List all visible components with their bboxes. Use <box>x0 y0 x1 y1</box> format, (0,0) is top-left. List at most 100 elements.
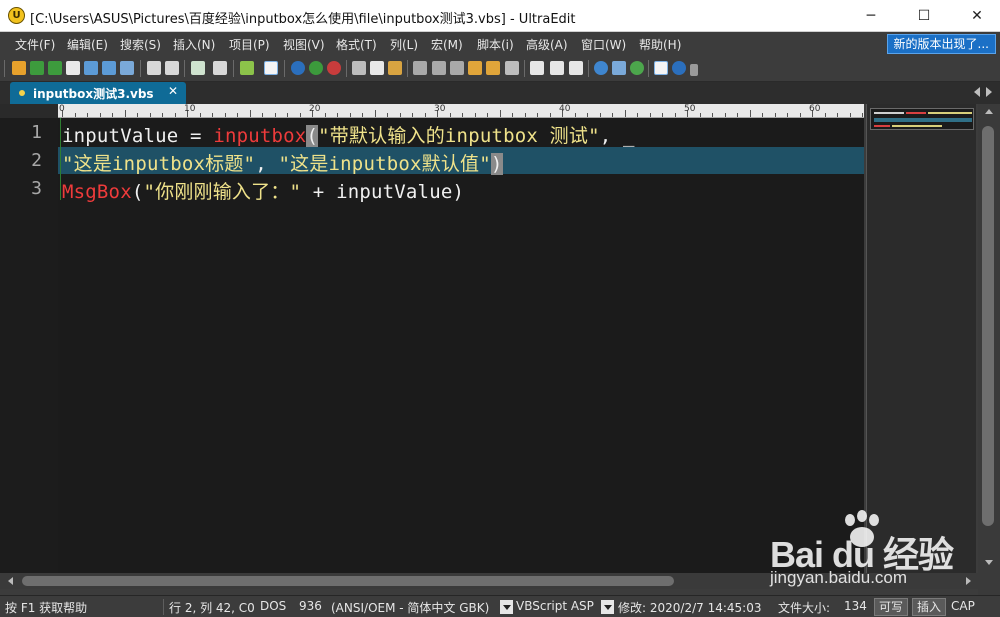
minimap-line <box>892 125 942 127</box>
ruler-tick <box>237 113 238 117</box>
open-folder-icon[interactable] <box>102 61 116 75</box>
baidu-jingyan-watermark: Bai du 经验 jingyan.baidu.com <box>770 510 970 592</box>
settings-icon[interactable] <box>654 61 668 75</box>
window-cascade-icon[interactable] <box>550 61 564 75</box>
new-project-icon[interactable] <box>12 61 26 75</box>
ultraedit-app-icon[interactable]: U <box>8 7 25 24</box>
menu-edit[interactable]: 编辑(E) <box>67 36 108 53</box>
ruler-tick <box>337 113 338 117</box>
status-cursor-position[interactable]: 行 2, 列 42, C0 <box>169 599 255 616</box>
status-insert-mode[interactable]: 插入 <box>912 598 947 616</box>
code-line[interactable]: MsgBox("你刚刚输入了：" + inputValue) <box>62 177 464 204</box>
print-icon[interactable] <box>147 61 161 75</box>
menu-macro[interactable]: 宏(M) <box>431 36 463 53</box>
bookmark-icon[interactable] <box>486 61 500 75</box>
scroll-up-icon[interactable] <box>985 109 993 114</box>
watermark-url: jingyan.baidu.com <box>770 568 908 587</box>
close-tab-icon[interactable]: ✕ <box>168 84 178 98</box>
status-writable[interactable]: 可写 <box>874 598 909 616</box>
code-token: + inputValue) <box>301 181 465 203</box>
ftp-close-icon[interactable] <box>327 61 341 75</box>
code-line[interactable]: inputValue = inputbox("带默认输入的inputbox 测试… <box>62 121 635 148</box>
cut-icon[interactable] <box>352 61 366 75</box>
update-notice-button[interactable]: 新的版本出现了... <box>886 34 996 54</box>
window-tile-icon[interactable] <box>530 61 544 75</box>
ruler-tick <box>662 113 663 117</box>
tab-inputbox-test3[interactable]: inputbox测试3.vbs ✕ <box>10 82 186 104</box>
scrollbar-corner <box>978 573 1000 595</box>
back-arrow-icon[interactable] <box>30 61 44 75</box>
new-file-icon[interactable] <box>66 61 80 75</box>
code-editor[interactable]: inputValue = inputbox("带默认输入的inputbox 测试… <box>58 118 864 573</box>
status-codepage[interactable]: 936 <box>299 599 322 613</box>
minimap-viewport[interactable] <box>870 108 974 130</box>
modified-dot-icon <box>19 90 25 96</box>
ruler-tick <box>537 113 538 117</box>
tab-scroll-right-icon[interactable] <box>986 87 992 97</box>
help-icon[interactable] <box>672 61 686 75</box>
vertical-scroll-thumb[interactable] <box>982 126 994 526</box>
menu-help[interactable]: 帮助(H) <box>639 36 681 53</box>
word-wrap-icon[interactable] <box>213 61 227 75</box>
web-browser-icon[interactable] <box>594 61 608 75</box>
close-window-button[interactable]: ✕ <box>954 0 1000 32</box>
status-encoding[interactable]: (ANSI/OEM - 简体中文 GBK) <box>331 599 489 616</box>
find-icon[interactable] <box>413 61 427 75</box>
open-file-icon[interactable] <box>84 61 98 75</box>
ruler-tick <box>762 113 763 117</box>
ruler-tick <box>724 113 726 117</box>
menu-script[interactable]: 脚本(i) <box>477 36 514 53</box>
replace-icon[interactable] <box>450 61 464 75</box>
tab-scroll-left-icon[interactable] <box>974 87 980 97</box>
syntax-dropdown-icon[interactable] <box>601 600 614 614</box>
replace-in-files-icon[interactable] <box>468 61 482 75</box>
menu-column[interactable]: 列(L) <box>390 36 418 53</box>
menu-search[interactable]: 搜索(S) <box>120 36 161 53</box>
toolbar-overflow-icon[interactable] <box>690 64 698 76</box>
paste-icon[interactable] <box>388 61 402 75</box>
ftp-save-icon[interactable] <box>309 61 323 75</box>
spell-check-icon[interactable] <box>191 61 205 75</box>
copy-icon[interactable] <box>370 61 384 75</box>
status-modified-time: 修改: 2020/2/7 14:45:03 <box>618 601 762 615</box>
refresh-icon[interactable] <box>630 61 644 75</box>
maximize-button[interactable]: ☐ <box>901 0 947 32</box>
minimize-button[interactable]: ─ <box>848 0 894 32</box>
status-bar: 按 F1 获取帮助 行 2, 列 42, C0 DOS 936 (ANSI/OE… <box>0 595 1000 617</box>
menu-project[interactable]: 项目(P) <box>229 36 270 53</box>
ruler-tick <box>149 113 151 117</box>
compare-icon[interactable] <box>505 61 519 75</box>
window-list-icon[interactable] <box>569 61 583 75</box>
line-number: 1 <box>31 122 42 143</box>
print-preview-icon[interactable] <box>165 61 179 75</box>
horizontal-scroll-thumb[interactable] <box>22 576 674 586</box>
menu-view[interactable]: 视图(V) <box>283 36 325 53</box>
menu-format[interactable]: 格式(T) <box>336 36 377 53</box>
find-in-files-icon[interactable] <box>432 61 446 75</box>
hex-mode-icon[interactable] <box>264 61 278 75</box>
ftp-open-icon[interactable] <box>291 61 305 75</box>
code-line[interactable]: "这是inputbox标题", "这是inputbox默认值") <box>62 149 503 176</box>
screenshot-icon[interactable] <box>612 61 626 75</box>
minimap-line <box>874 112 904 114</box>
forward-arrow-icon[interactable] <box>48 61 62 75</box>
menu-insert[interactable]: 插入(N) <box>173 36 215 53</box>
ruler-tick <box>774 113 776 117</box>
status-line-ending[interactable]: DOS <box>260 599 286 613</box>
save-icon[interactable] <box>120 61 134 75</box>
menu-file[interactable]: 文件(F) <box>15 36 55 53</box>
ruler-tick <box>674 113 676 117</box>
toolbar-grip[interactable] <box>4 60 5 77</box>
vertical-scrollbar[interactable] <box>978 104 1000 573</box>
scroll-left-icon[interactable] <box>8 577 13 585</box>
status-syntax[interactable]: VBScript ASP <box>516 599 594 613</box>
ruler-tick <box>274 113 276 117</box>
encoding-dropdown-icon[interactable] <box>500 600 513 614</box>
scroll-down-icon[interactable] <box>985 560 993 565</box>
ruler-tick <box>699 113 701 117</box>
column-mode-icon[interactable] <box>240 61 254 75</box>
menu-advanced[interactable]: 高级(A) <box>526 36 568 53</box>
minimap[interactable] <box>866 104 976 573</box>
menu-window[interactable]: 窗口(W) <box>581 36 626 53</box>
line-number: 3 <box>31 178 42 199</box>
